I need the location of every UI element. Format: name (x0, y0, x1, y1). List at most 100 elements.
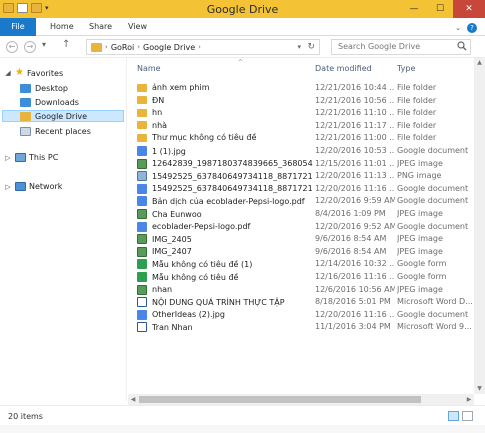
file-row[interactable]: ecoblader-Pepsi-logo.pdf 12/20/2016 9:52 … (128, 221, 474, 233)
scroll-up-icon[interactable]: ▲ (474, 58, 485, 68)
sidebar-item-desktop[interactable]: Desktop (20, 82, 68, 94)
file-row[interactable]: Tran Nhan 11/1/2016 3:04 PM Microsoft Word… (128, 321, 474, 333)
file-row[interactable]: ảnh xem phim 12/21/2016 10:44 ... File fol… (128, 82, 474, 94)
file-date: 12/20/2016 9:52 AM (315, 221, 395, 231)
file-type: JPEG image (397, 158, 443, 168)
file-row[interactable]: Cha Eunwoo 8/4/2016 1:09 PM JPEG image (128, 208, 474, 220)
image-icon (137, 158, 147, 169)
status-bar: 20 items (0, 405, 485, 425)
file-name-cell: Cha Eunwoo (137, 209, 313, 219)
computer-icon (15, 153, 26, 162)
breadcrumb-goroi[interactable]: GoRoi (111, 43, 134, 52)
tab-share[interactable]: Share (89, 18, 112, 36)
file-row[interactable]: 15492525_637840649734118_88717219113...1… (128, 183, 474, 195)
file-date: 12/16/2016 11:16 ... (315, 272, 395, 281)
maximize-button[interactable]: ☐ (427, 0, 453, 18)
recent-locations-button[interactable]: ▾ (42, 40, 46, 49)
file-type: Google document (397, 196, 469, 206)
file-row[interactable]: Thư mục không có tiêu đề 12/21/2016 11:00… (128, 132, 474, 144)
sidebar-item-label: Recent places (35, 126, 91, 136)
google-drive-folder-icon (20, 111, 31, 121)
expand-ribbon-icon[interactable]: ⌄ (455, 24, 461, 32)
favorites-group[interactable]: ◢ ★ Favorites (4, 68, 63, 78)
column-header-name[interactable]: Name (137, 64, 161, 73)
forward-button[interactable]: → (24, 41, 36, 53)
back-button[interactable]: ← (6, 41, 18, 53)
folder-icon (137, 83, 147, 92)
scroll-right-icon[interactable]: ▶ (464, 394, 474, 405)
file-name: hn (152, 108, 163, 118)
file-type: JPEG image (397, 234, 443, 244)
file-row[interactable]: Bản dịch của ecoblader-Pepsi-logo.pdf 12/… (128, 195, 474, 207)
refresh-icon[interactable]: ↻ (307, 42, 315, 52)
file-type: File folder (397, 108, 437, 118)
file-date: 12/21/2016 11:00 ... (315, 133, 395, 143)
scrollbar-thumb[interactable] (139, 396, 421, 403)
file-row[interactable]: IMG_2407 9/6/2016 8:54 AM JPEG image (128, 246, 474, 258)
search-input[interactable]: Search Google Drive (331, 39, 471, 55)
file-name-cell: ảnh xem phim (137, 83, 313, 92)
file-row[interactable]: Mẫu không có tiêu đề (1) 12/14/2016 10:32… (128, 258, 474, 270)
breadcrumb-google-drive[interactable]: Google Drive (143, 43, 195, 52)
vertical-scrollbar[interactable]: ▲ ▼ (474, 58, 485, 394)
file-type: Google document (397, 221, 469, 231)
word-document-icon (137, 322, 147, 333)
details-view-icon[interactable] (448, 411, 459, 421)
file-row[interactable]: ĐN 12/21/2016 10:56 ... File folder (128, 95, 474, 107)
column-header-type[interactable]: Type (397, 64, 415, 73)
search-icon[interactable] (457, 41, 467, 51)
file-name-cell: 15492525_637840649734118_88717219113... (137, 171, 313, 182)
file-name: Mẫu không có tiêu đề (152, 272, 239, 282)
google-form-icon (137, 259, 147, 270)
file-name: ecoblader-Pepsi-logo.pdf (152, 222, 251, 232)
file-type: File folder (397, 120, 437, 130)
large-icons-view-icon[interactable] (462, 411, 473, 421)
scroll-left-icon[interactable]: ◀ (128, 394, 138, 405)
up-button[interactable]: ↑ (62, 39, 70, 50)
address-bar[interactable]: › GoRoi › Google Drive › ▾ ↻ (86, 39, 320, 55)
file-row[interactable]: nhà 12/21/2016 11:17 ... File folder (128, 120, 474, 132)
horizontal-scrollbar[interactable]: ◀ ▶ (128, 394, 474, 405)
network-group[interactable]: ▷ Network (4, 182, 62, 191)
column-header-date[interactable]: Date modified (315, 64, 372, 73)
sidebar-item-google-drive[interactable]: Google Drive (2, 110, 124, 122)
file-row[interactable]: 1 (1).jpg 12/20/2016 10:53 ... Google docu… (128, 145, 474, 157)
expand-icon[interactable]: ▷ (4, 183, 12, 191)
folder-icon (91, 42, 102, 52)
tab-file[interactable]: File (0, 18, 36, 36)
star-icon: ★ (15, 67, 24, 78)
file-name-cell: Mẫu không có tiêu đề (1) (137, 259, 313, 270)
file-row[interactable]: 12642839_1987180374839665_3680540744...1… (128, 158, 474, 170)
this-pc-group[interactable]: ▷ This PC (4, 153, 58, 162)
scroll-down-icon[interactable]: ▼ (474, 384, 485, 394)
sidebar-item-downloads[interactable]: Downloads (20, 96, 79, 108)
tab-view[interactable]: View (128, 18, 147, 36)
breadcrumb-separator: › (137, 43, 141, 51)
sidebar-item-recent-places[interactable]: Recent places (20, 125, 91, 137)
network-icon (15, 182, 26, 191)
file-name: Tran Nhan (152, 322, 193, 332)
file-row[interactable]: NỘI DUNG QUÁ TRÌNH THỰC TẬP 8/18/2016 5:0… (128, 296, 474, 308)
file-row[interactable]: nhan 12/6/2016 10:56 AM JPEG image (128, 284, 474, 296)
tab-home[interactable]: Home (50, 18, 74, 36)
file-row[interactable]: hn 12/21/2016 11:10 ... File folder (128, 107, 474, 119)
ribbon: File Home Share View ⌄ ? (0, 18, 485, 36)
file-row[interactable]: OtherIdeas (2).jpg 12/20/2016 11:16 ... Go… (128, 309, 474, 321)
title-bar: ▾ Google Drive — ☐ ✕ (0, 0, 485, 18)
file-row[interactable]: Mẫu không có tiêu đề 12/16/2016 11:16 ...… (128, 271, 474, 283)
expand-icon[interactable]: ▷ (4, 154, 12, 162)
file-type: JPEG image (397, 246, 443, 256)
file-date: 12/21/2016 11:10 ... (315, 108, 395, 118)
collapse-icon[interactable]: ◢ (4, 69, 12, 77)
help-icon[interactable]: ? (467, 23, 477, 33)
minimize-button[interactable]: — (401, 0, 427, 18)
file-name-cell: IMG_2405 (137, 234, 313, 245)
file-row[interactable]: IMG_2405 9/6/2016 8:54 AM JPEG image (128, 233, 474, 245)
desktop-icon (20, 83, 31, 93)
file-name-cell: hn (137, 108, 313, 117)
file-row[interactable]: 15492525_637840649734118_88717219113...1… (128, 170, 474, 182)
address-dropdown-icon[interactable]: ▾ (297, 43, 301, 51)
file-name-cell: 15492525_637840649734118_88717219113... (137, 183, 313, 194)
close-button[interactable]: ✕ (453, 0, 485, 18)
file-date: 8/18/2016 5:01 PM (315, 297, 391, 307)
